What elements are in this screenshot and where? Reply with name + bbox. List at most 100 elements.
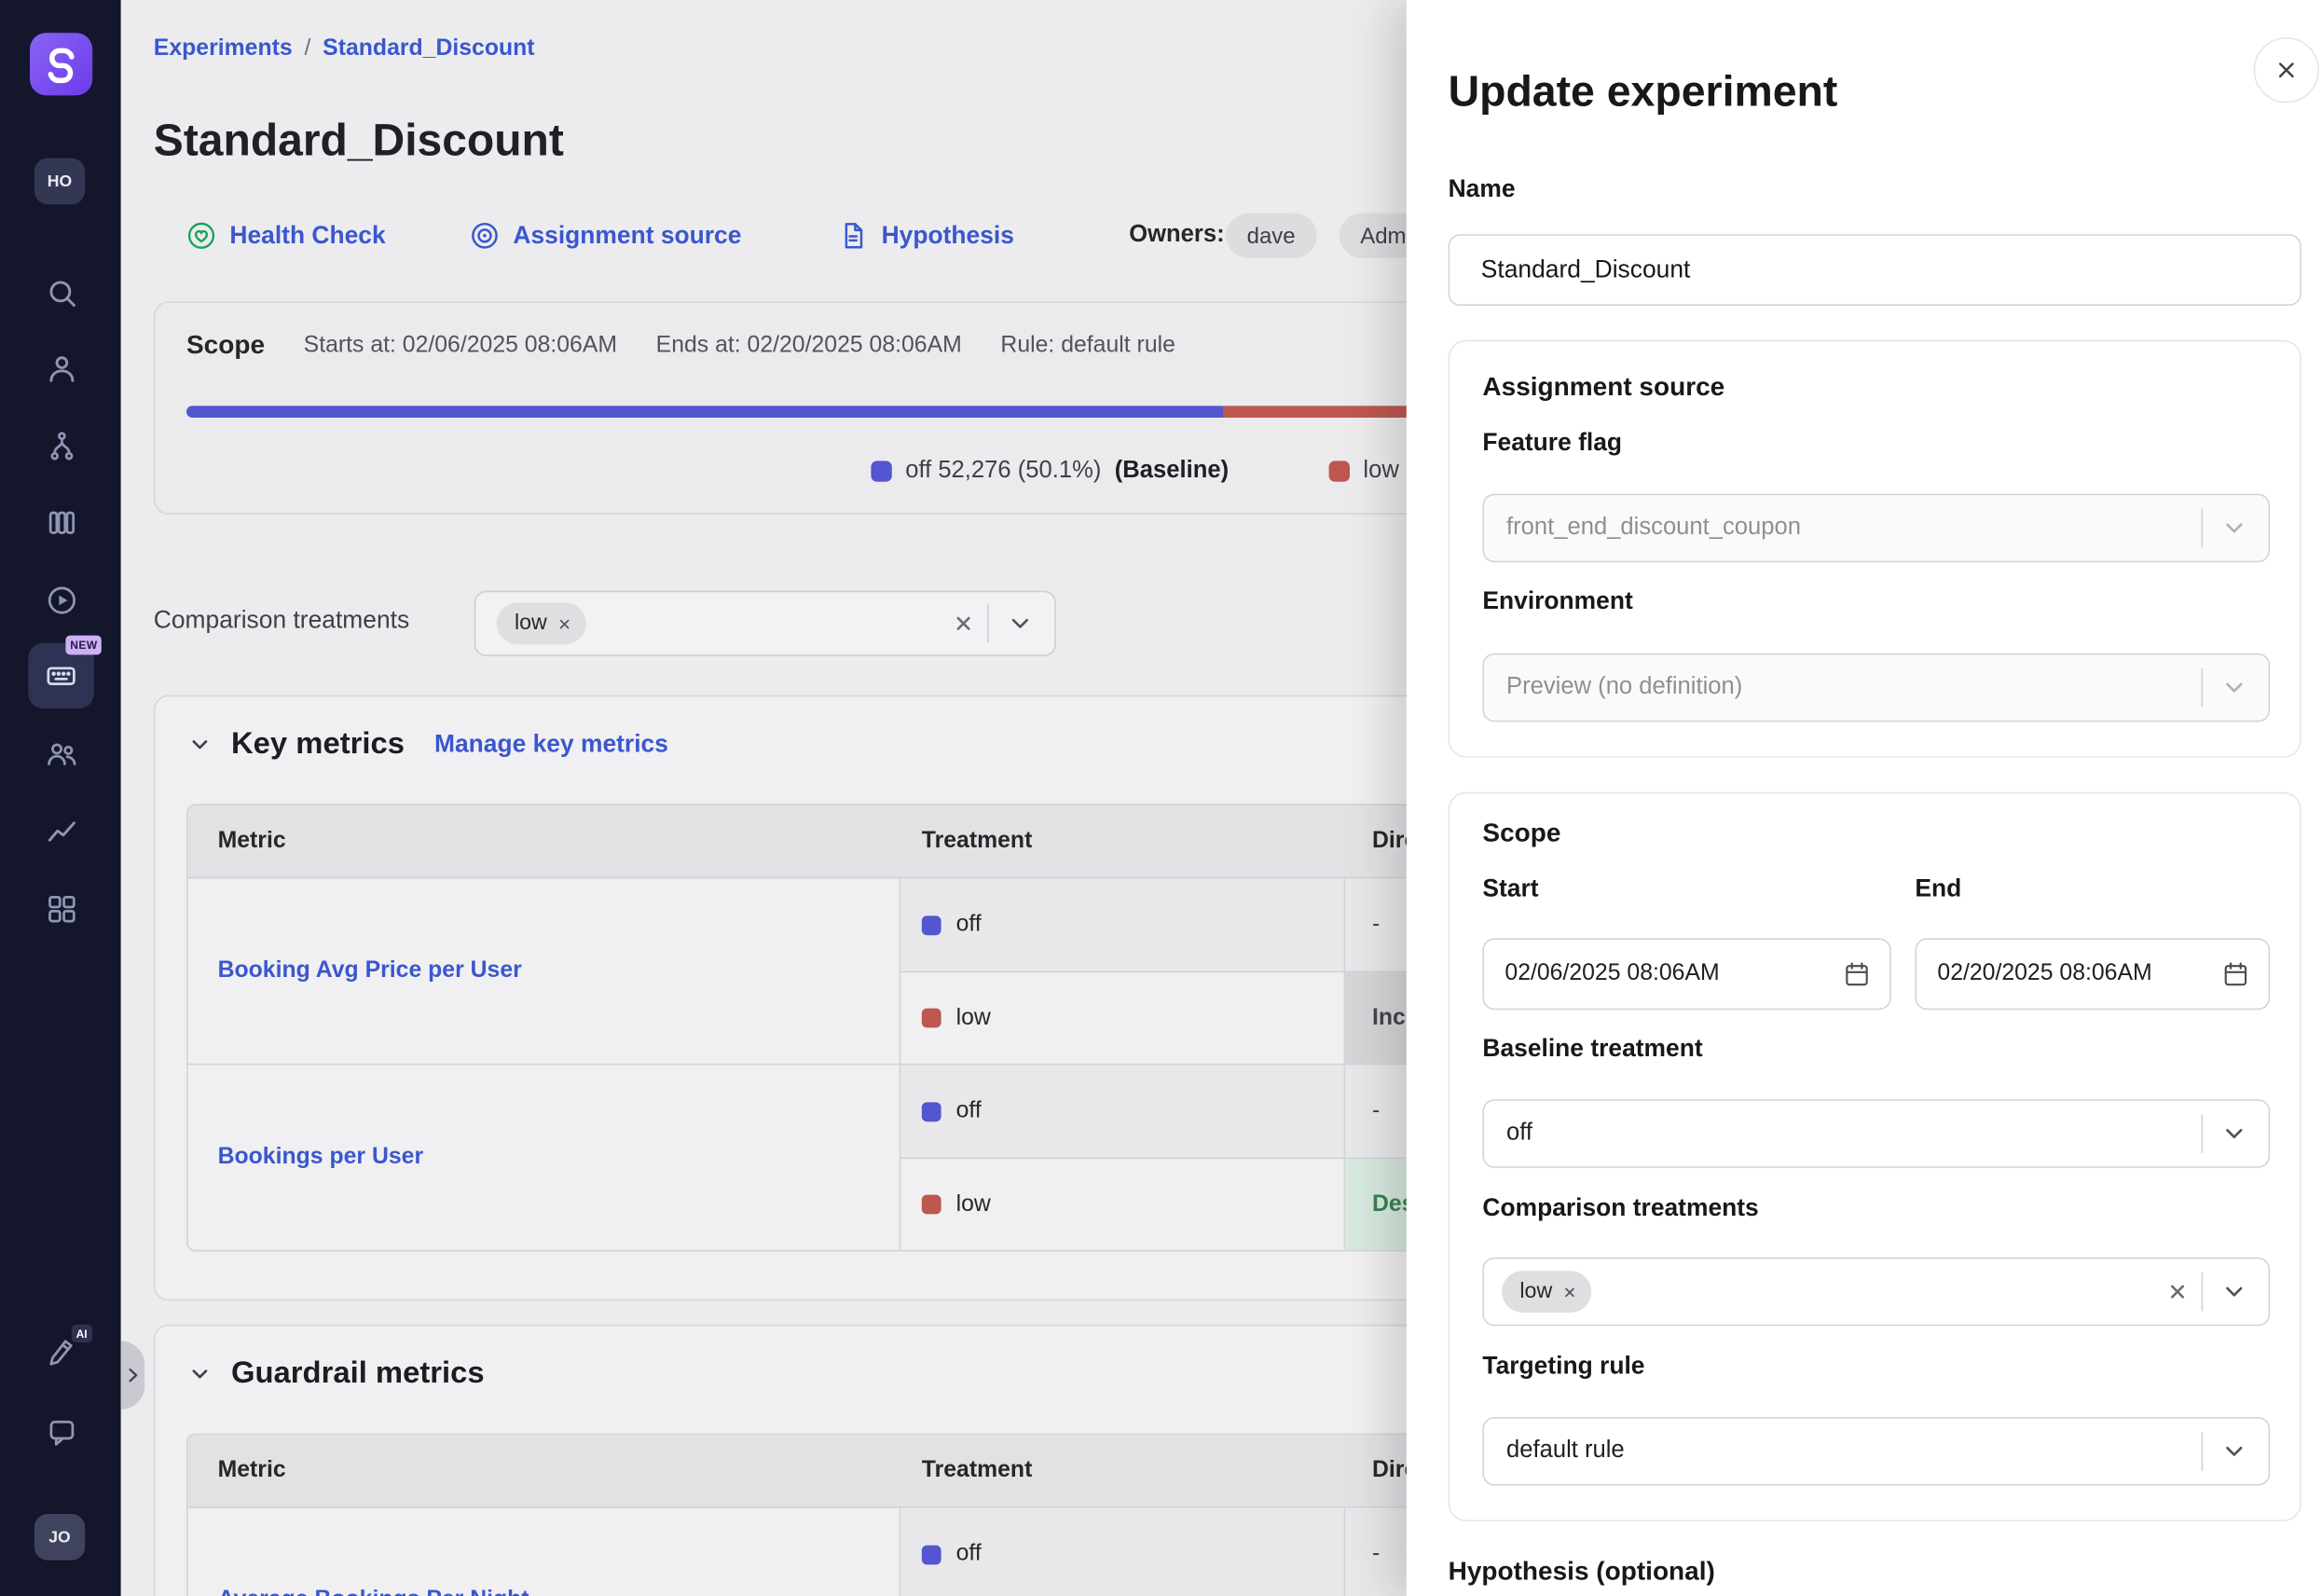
hypothesis-label: Hypothesis [882, 222, 1014, 250]
manage-key-metrics-link[interactable]: Manage key metrics [434, 730, 668, 758]
calendar-icon[interactable] [2220, 959, 2250, 989]
scope-section-title: Scope [1482, 818, 1560, 849]
legend-comparison-label: low [1363, 458, 1398, 485]
update-experiment-drawer: Update experiment Name Standard_Discount… [1407, 0, 2322, 1596]
targeting-rule-label: Targeting rule [1482, 1353, 1644, 1381]
chip-remove-icon[interactable] [556, 615, 572, 632]
select-divider [2202, 1432, 2204, 1471]
end-date-input[interactable]: 02/20/2025 08:06AM [1915, 938, 2270, 1010]
owner-chip-dave[interactable]: dave [1226, 213, 1316, 258]
heart-check-icon [185, 219, 217, 252]
clear-selection-icon[interactable] [2164, 1278, 2191, 1305]
split-branch-icon [44, 429, 78, 463]
select-divider [2202, 1114, 2204, 1153]
treatment-name: low [956, 1005, 991, 1032]
breadcrumb-separator: / [304, 35, 310, 62]
environment-value: Preview (no definition) [1506, 674, 1742, 701]
scope-card-title: Scope [186, 330, 265, 362]
legend-comparison: low [1329, 458, 1399, 485]
statsig-logo[interactable] [30, 33, 92, 95]
start-label: Start [1482, 875, 1538, 903]
start-date-input[interactable]: 02/06/2025 08:06AM [1482, 938, 1890, 1010]
assignment-source-title: Assignment source [1482, 371, 1724, 403]
treatment-color-square [922, 1009, 941, 1028]
assignment-source-link[interactable]: Assignment source [468, 212, 741, 259]
end-date-value: 02/20/2025 08:06AM [1937, 960, 2151, 987]
sidebar-item-users[interactable] [28, 336, 93, 401]
chevron-down-icon[interactable] [2218, 1117, 2250, 1149]
collapse-chevron-icon[interactable] [186, 1360, 213, 1387]
sidebar-item-search[interactable] [28, 259, 93, 324]
dashboard-grid-icon [44, 891, 78, 926]
chevron-down-icon[interactable] [2218, 1275, 2250, 1308]
chip-label: low [1519, 1280, 1552, 1304]
comparison-color-swatch [1329, 461, 1350, 481]
workspace-badge[interactable]: HO [34, 158, 85, 205]
assignment-source-section: Assignment source Feature flag front_end… [1449, 340, 2301, 758]
treatment-color-square [922, 1195, 941, 1215]
treatment-color-square [922, 1545, 941, 1564]
metric-link[interactable]: Bookings per User [218, 1144, 424, 1171]
chevron-right-icon [122, 1365, 143, 1385]
legend-baseline: off 52,276 (50.1%) (Baseline) [871, 458, 1229, 485]
select-divider [987, 604, 989, 643]
column-header-treatment: Treatment [900, 1457, 1345, 1484]
user-avatar[interactable]: JO [34, 1514, 85, 1561]
comparison-treatments-label: Comparison treatments [1482, 1195, 1758, 1223]
statsig-logo-icon [42, 45, 81, 84]
sidebar-item-audiences[interactable] [28, 721, 93, 786]
chevron-down-icon[interactable] [1004, 607, 1037, 640]
end-label: End [1915, 875, 1961, 903]
treatment-name: off [956, 1541, 982, 1568]
treatment-name: off [956, 912, 982, 939]
chip-remove-icon[interactable] [1561, 1284, 1578, 1300]
sidebar-item-columns[interactable] [28, 489, 93, 555]
scope-section: Scope Start End 02/06/2025 08:06AM 02/20… [1449, 792, 2301, 1521]
comparison-treatments-select[interactable]: low [1482, 1258, 2270, 1327]
owners-label: Owners: [1129, 212, 1224, 259]
column-header-metric: Metric [188, 828, 901, 855]
sidebar-item-sessions[interactable] [28, 567, 93, 632]
sidebar-item-dashboards[interactable] [28, 875, 93, 941]
baseline-color-swatch [871, 461, 891, 481]
feature-flag-select[interactable]: front_end_discount_coupon [1482, 494, 2270, 563]
legend-baseline-suffix: (Baseline) [1115, 458, 1229, 485]
chevron-down-icon[interactable] [2218, 1435, 2250, 1467]
assignment-source-label: Assignment source [513, 222, 741, 250]
baseline-treatment-select[interactable]: off [1482, 1099, 2270, 1168]
calendar-icon[interactable] [1842, 959, 1872, 989]
breadcrumb-experiments-link[interactable]: Experiments [154, 35, 293, 62]
hypothesis-link[interactable]: Hypothesis [837, 212, 1014, 259]
environment-select[interactable]: Preview (no definition) [1482, 654, 2270, 722]
scope-rule: Rule: default rule [1000, 332, 1175, 359]
name-input-value: Standard_Discount [1481, 255, 1691, 283]
baseline-treatment-label: Baseline treatment [1482, 1035, 1702, 1063]
treatment-chip-low[interactable]: low [497, 602, 586, 644]
feature-flag-label: Feature flag [1482, 430, 1622, 458]
treatment-chip-low[interactable]: low [1502, 1271, 1591, 1313]
comparison-treatments-select[interactable]: low [474, 591, 1056, 656]
metric-link[interactable]: Booking Avg Price per User [218, 957, 522, 984]
name-input[interactable]: Standard_Discount [1449, 234, 2301, 306]
baseline-treatment-value: off [1506, 1121, 1532, 1148]
environment-label: Environment [1482, 587, 1632, 615]
person-icon [44, 351, 78, 386]
keyboard-icon [43, 658, 78, 694]
sidebar-item-help[interactable] [28, 1399, 93, 1465]
clear-selection-icon[interactable] [950, 610, 977, 637]
close-icon [2272, 55, 2301, 85]
targeting-rule-select[interactable]: default rule [1482, 1417, 2270, 1486]
health-check-link[interactable]: Health Check [185, 212, 385, 259]
breadcrumb-current-link[interactable]: Standard_Discount [323, 35, 534, 62]
health-check-label: Health Check [229, 222, 385, 250]
select-divider [2202, 509, 2204, 548]
treatment-color-square [922, 915, 941, 935]
drawer-close-button[interactable] [2254, 37, 2319, 103]
target-icon [468, 219, 501, 252]
chip-label: low [515, 612, 547, 636]
sidebar-item-feature-flags[interactable] [28, 413, 93, 478]
treatment-color-square [922, 1102, 941, 1121]
sidebar-item-metrics[interactable] [28, 798, 93, 863]
collapse-chevron-icon[interactable] [186, 731, 213, 758]
select-divider [2202, 668, 2204, 708]
